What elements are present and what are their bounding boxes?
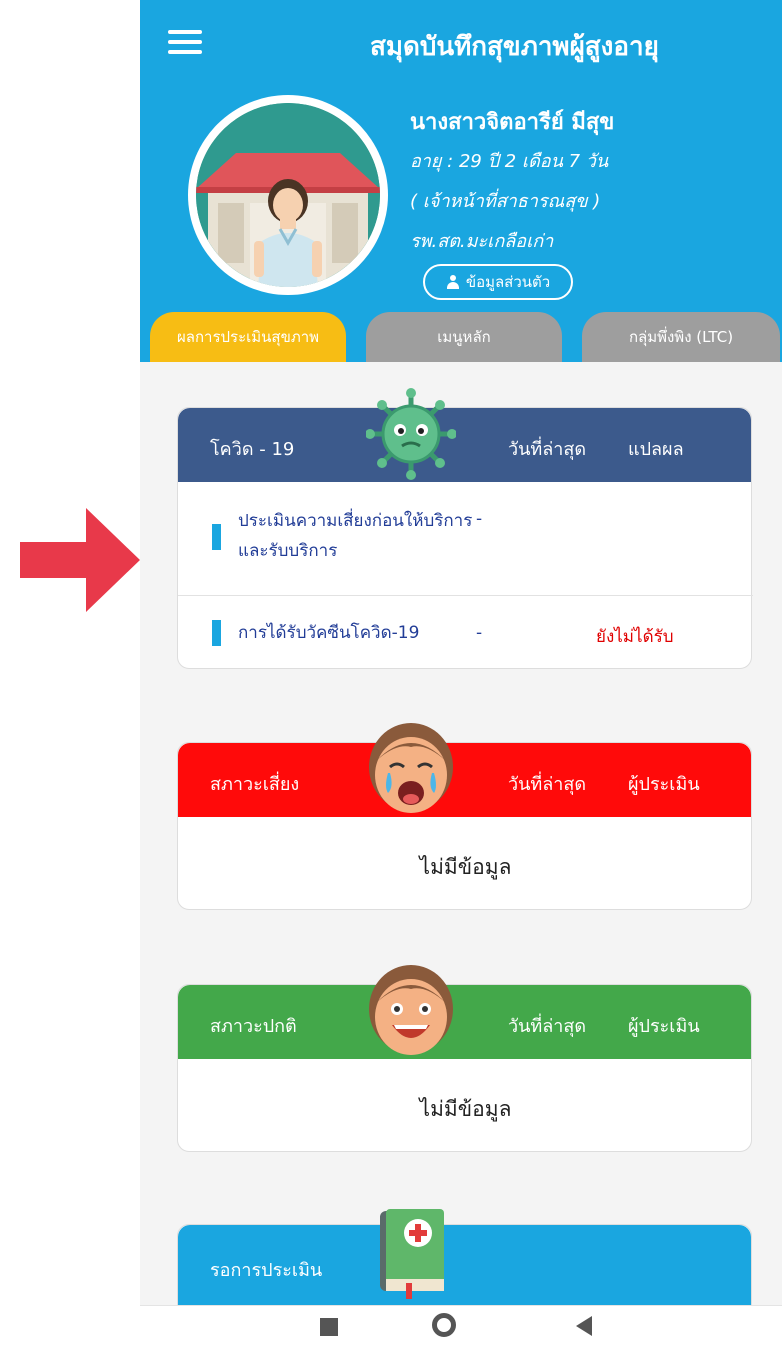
personal-info-button[interactable]: ข้อมูลส่วนตัว bbox=[423, 264, 573, 300]
risk-title: สภาวะเสี่ยง bbox=[210, 774, 300, 795]
profile-age: อายุ : 29 ปี 2 เดือน 7 วัน bbox=[410, 151, 609, 172]
home-icon[interactable] bbox=[414, 1306, 474, 1357]
item-label[interactable]: ประเมินความเสี่ยงก่อนให้บริการและรับบริก… bbox=[238, 506, 478, 566]
covid-col-result: แปลผล bbox=[628, 439, 684, 460]
personal-info-label: ข้อมูลส่วนตัว bbox=[465, 273, 551, 291]
waiting-card-header: รอการประเมิน bbox=[178, 1209, 751, 1305]
profile-name: นางสาวจิตอารีย์ มีสุข bbox=[410, 110, 615, 135]
nurse-avatar-icon bbox=[196, 103, 380, 287]
app-screen: สมุดบันทึกสุขภาพผู้สูงอายุ นางสาวจิตอารี… bbox=[140, 0, 782, 1357]
health-book-icon bbox=[380, 1209, 444, 1299]
profile-position: ( เจ้าหน้าที่สาธารณสุข ) bbox=[410, 191, 601, 212]
item-marker bbox=[212, 620, 221, 646]
back-icon[interactable] bbox=[558, 1306, 618, 1357]
waiting-title: รอการประเมิน bbox=[210, 1260, 323, 1281]
list-item[interactable]: ประเมินความเสี่ยงก่อนให้บริการและรับบริก… bbox=[178, 482, 753, 596]
item-date: - bbox=[476, 623, 483, 643]
covid-card: โควิด - 19 วันที่ล่าสุด แปลผล ประเมินควา… bbox=[177, 388, 753, 670]
tab-health-assessment[interactable]: ผลการประเมินสุขภาพ bbox=[150, 312, 346, 362]
avatar bbox=[188, 95, 388, 295]
normal-card: สภาวะปกติ วันที่ล่าสุด ผู้ประเมิน ไม่มีข… bbox=[177, 965, 752, 1152]
item-label[interactable]: การได้รับวัคซีนโควิด-19 bbox=[238, 618, 419, 648]
item-date: - bbox=[476, 509, 483, 529]
normal-col-assessor: ผู้ประเมิน bbox=[628, 1016, 700, 1037]
risk-col-assessor: ผู้ประเมิน bbox=[628, 774, 700, 795]
hamburger-menu-icon[interactable] bbox=[168, 30, 202, 54]
tab-main-menu[interactable]: เมนูหลัก bbox=[366, 312, 562, 362]
risk-card-header: สภาวะเสี่ยง วันที่ล่าสุด ผู้ประเมิน bbox=[178, 723, 751, 817]
person-icon bbox=[446, 275, 460, 289]
empty-state-text: ไม่มีข้อมูล bbox=[419, 855, 512, 879]
system-navigation-bar bbox=[140, 1305, 782, 1357]
covid-col-date: วันที่ล่าสุด bbox=[508, 439, 587, 460]
item-marker bbox=[212, 524, 221, 550]
risk-col-date: วันที่ล่าสุด bbox=[508, 774, 587, 795]
normal-title: สภาวะปกติ bbox=[210, 1016, 297, 1037]
covid-card-header: โควิด - 19 วันที่ล่าสุด แปลผล bbox=[178, 388, 751, 482]
normal-card-header: สภาวะปกติ วันที่ล่าสุด ผู้ประเมิน bbox=[178, 965, 751, 1059]
recent-apps-icon[interactable] bbox=[300, 1306, 360, 1357]
pointer-arrow-icon bbox=[20, 508, 140, 612]
item-result: ยังไม่ได้รับ bbox=[596, 627, 674, 647]
normal-col-date: วันที่ล่าสุด bbox=[508, 1016, 587, 1037]
happy-face-icon bbox=[369, 965, 453, 1055]
profile-organization: รพ.สต.มะเกลือเก่า bbox=[410, 231, 554, 252]
risk-card: สภาวะเสี่ยง วันที่ล่าสุด ผู้ประเมิน ไม่ม… bbox=[177, 723, 752, 910]
app-header: สมุดบันทึกสุขภาพผู้สูงอายุ นางสาวจิตอารี… bbox=[140, 0, 782, 362]
empty-state-text: ไม่มีข้อมูล bbox=[419, 1097, 512, 1121]
tab-ltc[interactable]: กลุ่มพึ่งพิง (LTC) bbox=[582, 312, 780, 362]
covid-title: โควิด - 19 bbox=[210, 439, 295, 460]
virus-icon bbox=[366, 388, 456, 480]
crying-face-icon bbox=[369, 723, 453, 813]
app-title: สมุดบันทึกสุขภาพผู้สูงอายุ bbox=[370, 32, 659, 62]
list-item[interactable]: การได้รับวัคซีนโควิด-19 - ยังไม่ได้รับ bbox=[178, 596, 753, 670]
